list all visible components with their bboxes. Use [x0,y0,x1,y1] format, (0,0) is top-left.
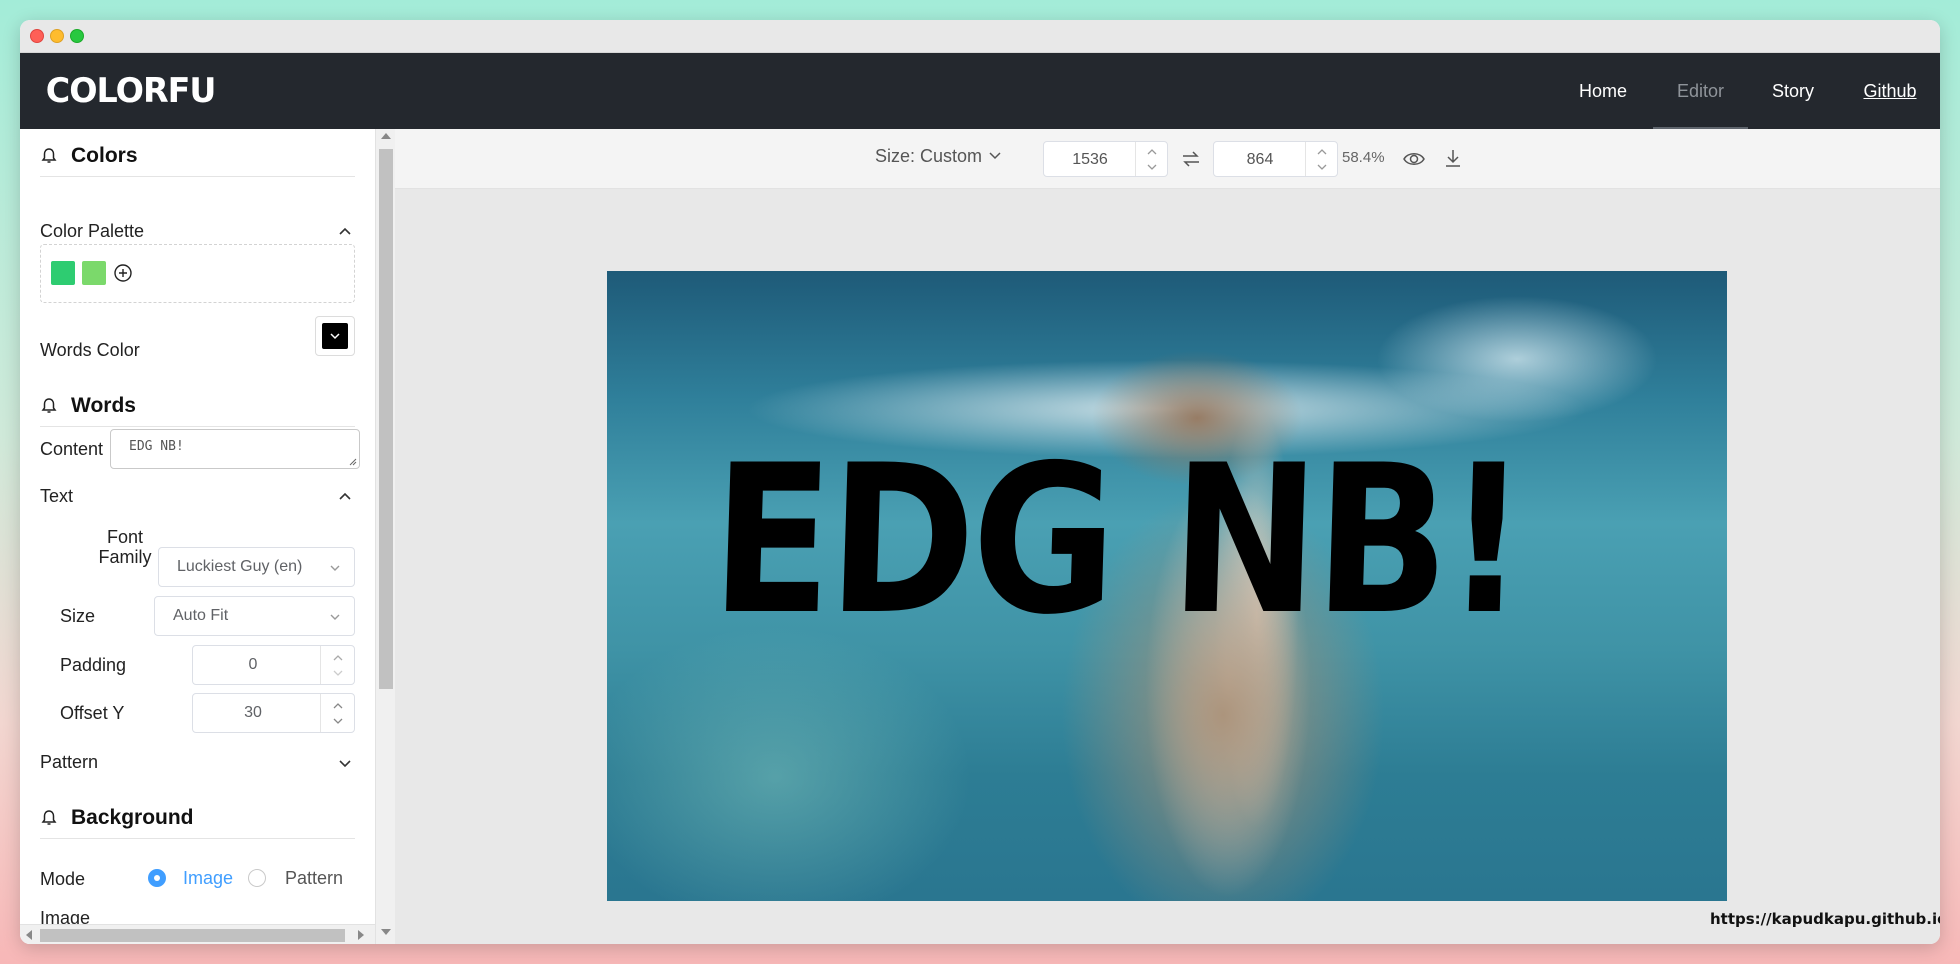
increment-icon[interactable] [1146,148,1158,156]
bell-icon [41,148,57,163]
top-navbar: COLORFU Home Editor Story Github [20,53,1940,129]
swap-dimensions-icon[interactable] [1180,149,1202,169]
add-color-icon[interactable] [113,263,133,283]
scroll-up-icon[interactable] [381,133,391,139]
nav-story[interactable]: Story [1753,53,1833,129]
colors-section-header: Colors [40,137,355,177]
height-input[interactable]: 864 [1213,141,1338,177]
background-section-title: Background [71,806,194,829]
resize-handle-icon[interactable] [347,456,357,466]
title-bar [20,20,1940,53]
nav-editor[interactable]: Editor [1653,53,1748,129]
font-family-label: Font Family [98,527,152,567]
chevron-down-icon[interactable] [336,754,354,772]
bell-icon [41,810,57,825]
padding-input[interactable]: 0 [192,645,355,685]
pattern-group-label: Pattern [40,752,99,772]
zoom-level: 58.4% [1342,149,1385,166]
download-icon[interactable] [1443,147,1463,169]
canvas-words: EDG NB! [708,422,1527,660]
decrement-icon[interactable] [1146,163,1158,171]
words-color-swatch [322,323,348,349]
sidebar-horizontal-scrollbar[interactable] [20,924,375,944]
sidebar-vertical-scrollbar[interactable] [375,129,395,944]
width-value: 1536 [1072,151,1108,168]
background-section-header: Background [40,799,355,839]
font-family-value: Luckiest Guy (en) [177,558,303,575]
app-window: COLORFU Home Editor Story Github Colors … [20,20,1940,944]
decrement-icon[interactable] [1316,163,1328,171]
words-section-header: Words [40,387,355,427]
scroll-down-icon[interactable] [381,929,391,935]
text-group-label: Text [40,486,74,506]
mode-image-radio[interactable] [148,869,166,887]
scrollbar-thumb[interactable] [379,149,393,689]
chevron-down-icon [330,333,340,340]
mode-pattern-label[interactable]: Pattern [285,868,343,889]
font-family-select[interactable]: Luckiest Guy (en) [158,547,355,587]
palette-swatch[interactable] [82,261,106,285]
padding-label: Padding [60,655,127,675]
increment-icon[interactable] [332,654,344,662]
decrement-icon[interactable] [332,717,344,725]
offset-y-label: Offset Y [60,703,125,723]
padding-value: 0 [248,656,258,673]
maximize-window-button[interactable] [70,29,84,43]
word-art-canvas[interactable]: EDG NB! [607,271,1727,901]
bell-icon [41,398,57,413]
editor-main: Size: Custom 1536 864 58.4% EDG NB! [395,129,1940,944]
offset-y-value: 30 [244,704,262,721]
chevron-down-icon [989,152,1001,160]
close-window-button[interactable] [30,29,44,43]
footer-url[interactable]: https://kapudkapu.github.io [1710,910,1940,928]
size-label: Size [60,606,96,626]
increment-icon[interactable] [1316,148,1328,156]
width-stepper [1135,142,1167,176]
increment-icon[interactable] [332,702,344,710]
canvas-toolbar: Size: Custom 1536 864 58.4% [395,129,1940,189]
size-preset-select[interactable]: Size: Custom [875,146,1001,167]
scroll-left-icon[interactable] [26,930,32,940]
scroll-right-icon[interactable] [358,930,364,940]
nav-github-link[interactable]: Github [1860,53,1920,129]
padding-stepper [320,646,354,684]
decrement-icon[interactable] [332,669,344,677]
settings-sidebar: Colors Color Palette Words Color Words C… [20,129,375,944]
chevron-down-icon [330,565,340,571]
chevron-up-icon[interactable] [336,223,354,241]
mode-label: Mode [40,869,86,889]
content-value: EDG NB! [129,439,184,454]
minimize-window-button[interactable] [50,29,64,43]
width-input[interactable]: 1536 [1043,141,1168,177]
offset-y-input[interactable]: 30 [192,693,355,733]
palette-swatch[interactable] [51,261,75,285]
content-label: Content [40,439,104,459]
mode-pattern-radio[interactable] [248,869,266,887]
chevron-down-icon [330,614,340,620]
size-select[interactable]: Auto Fit [154,596,355,636]
colors-section-title: Colors [71,144,138,167]
offset-y-stepper [320,694,354,732]
words-color-picker[interactable] [315,316,355,356]
color-palette-box [40,244,355,303]
height-stepper [1305,142,1337,176]
eye-icon[interactable] [1402,148,1426,170]
scrollbar-thumb[interactable] [40,929,345,942]
height-value: 864 [1246,151,1274,168]
words-section-title: Words [71,394,136,417]
chevron-up-icon[interactable] [336,488,354,506]
nav-home[interactable]: Home [1555,53,1651,129]
size-preset-value: Size: Custom [875,146,983,166]
size-value: Auto Fit [173,607,229,624]
words-color-label: Words Color [40,340,140,360]
content-textarea[interactable]: EDG NB! [110,429,360,469]
app-logo[interactable]: COLORFU [46,71,217,111]
color-palette-label: Color Palette [40,221,145,241]
mode-image-label[interactable]: Image [183,868,233,889]
